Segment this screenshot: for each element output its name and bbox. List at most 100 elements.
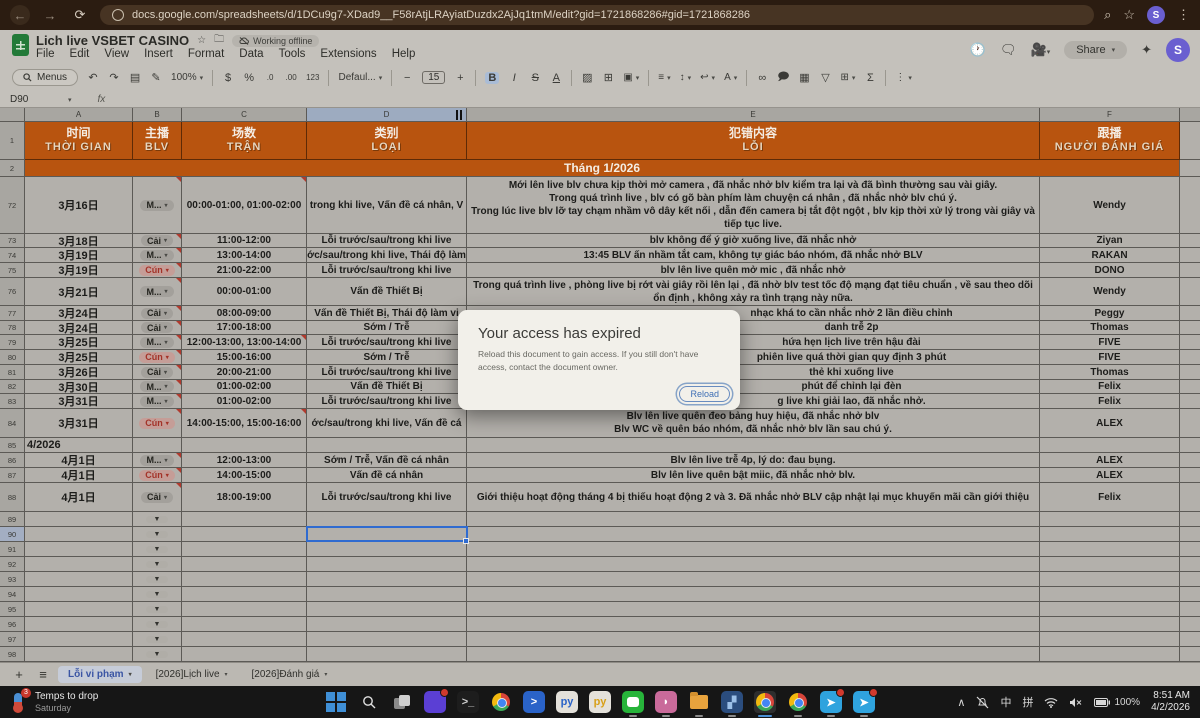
menu-item[interactable]: File xyxy=(36,48,55,60)
doc-title[interactable]: Lich live VSBET CASINO xyxy=(36,33,189,48)
security-app-icon[interactable] xyxy=(424,691,446,713)
account-avatar[interactable]: S xyxy=(1166,38,1190,62)
cell-d86[interactable]: Sớm / Trễ, Vấn đề cá nhân xyxy=(307,453,467,468)
cell-d77[interactable]: Vấn đề Thiết Bị, Thái độ làm vi xyxy=(307,306,467,321)
row-header-93[interactable]: 93 xyxy=(0,572,25,587)
col-header-A[interactable]: A xyxy=(25,108,133,122)
grid-corner[interactable] xyxy=(0,108,25,122)
row-header-87[interactable]: 87 xyxy=(0,468,25,483)
cell-f89[interactable] xyxy=(1040,512,1180,527)
row-header-97[interactable]: 97 xyxy=(0,632,25,647)
gemini-sparkle-icon[interactable]: ✦ xyxy=(1141,42,1152,58)
cell-a90[interactable] xyxy=(25,527,133,542)
cell-b93[interactable]: ▼ xyxy=(133,572,182,587)
cell-a97[interactable] xyxy=(25,632,133,647)
cell-b98[interactable]: ▼ xyxy=(133,647,182,662)
bookmark-star-icon[interactable]: ☆ xyxy=(1123,7,1135,23)
cell-e98[interactable] xyxy=(467,647,1040,662)
cell-c81[interactable]: 20:00-21:00 xyxy=(182,365,307,380)
blv-dropdown-empty[interactable]: ▼ xyxy=(146,636,169,643)
cell-e74[interactable]: 13:45 BLV ấn nhầm tắt cam, không tự giác… xyxy=(467,248,1040,263)
menu-item[interactable]: Data xyxy=(239,48,263,60)
cell-a96[interactable] xyxy=(25,617,133,632)
share-button[interactable]: Share ▾ xyxy=(1064,41,1127,59)
cell-e93[interactable] xyxy=(467,572,1040,587)
paint-format-icon[interactable]: ✎ xyxy=(150,71,162,84)
cell-c74[interactable]: 13:00-14:00 xyxy=(182,248,307,263)
terminal-icon[interactable]: >_ xyxy=(457,691,479,713)
cell-e88[interactable]: Giới thiệu hoạt động tháng 4 bị thiếu ho… xyxy=(467,483,1040,512)
cell-e89[interactable] xyxy=(467,512,1040,527)
cell-d90[interactable] xyxy=(307,527,467,542)
telegram-icon-2[interactable]: ➤ xyxy=(853,691,875,713)
cell-c92[interactable] xyxy=(182,557,307,572)
cell-f97[interactable] xyxy=(1040,632,1180,647)
cell-b81[interactable]: Cải▾ xyxy=(133,365,182,380)
browser-avatar[interactable]: S xyxy=(1147,6,1165,24)
cell-a83[interactable]: 3月31日 xyxy=(25,394,133,409)
cell-c84[interactable]: 14:00-15:00, 15:00-16:00 xyxy=(182,409,307,438)
cell-b75[interactable]: Cún▾ xyxy=(133,263,182,278)
cell-e95[interactable] xyxy=(467,602,1040,617)
blv-dropdown-chip[interactable]: M...▾ xyxy=(140,200,173,211)
cell-f81[interactable]: Thomas xyxy=(1040,365,1180,380)
cell-a79[interactable]: 3月25日 xyxy=(25,335,133,350)
strikethrough-button[interactable]: S xyxy=(529,72,541,84)
cell-c80[interactable]: 15:00-16:00 xyxy=(182,350,307,365)
cell-a73[interactable]: 3月18日 xyxy=(25,234,133,248)
row-header-91[interactable]: 91 xyxy=(0,542,25,557)
tray-chevron-icon[interactable]: ∧ xyxy=(957,696,965,709)
back-icon[interactable]: ← xyxy=(10,5,30,25)
row-header-86[interactable]: 86 xyxy=(0,453,25,468)
reload-button[interactable]: Reload xyxy=(679,386,730,402)
horizontal-align-button[interactable]: ≡▾ xyxy=(658,72,670,83)
cell-d74[interactable]: ớc/sau/trong khi live, Thái độ làm xyxy=(307,248,467,263)
row-header-92[interactable]: 92 xyxy=(0,557,25,572)
cell-d88[interactable]: Lỗi trước/sau/trong khi live xyxy=(307,483,467,512)
col-header-D[interactable]: D xyxy=(307,108,467,122)
sheets-logo-icon[interactable] xyxy=(12,34,29,56)
cell-f75[interactable]: DONO xyxy=(1040,263,1180,278)
text-wrap-button[interactable]: ↩▾ xyxy=(700,72,715,83)
address-bar[interactable]: docs.google.com/spreadsheets/d/1DCu9g7-X… xyxy=(100,5,1094,25)
blv-dropdown-chip[interactable]: M...▾ xyxy=(140,337,173,348)
font-size-input[interactable]: 15 xyxy=(422,71,445,84)
fill-color-icon[interactable]: ▨ xyxy=(581,71,593,84)
cell-a91[interactable] xyxy=(25,542,133,557)
cell-b88[interactable]: Cải▾ xyxy=(133,483,182,512)
row-header-89[interactable]: 89 xyxy=(0,512,25,527)
bold-button[interactable]: B xyxy=(485,72,499,84)
menu-item[interactable]: Help xyxy=(392,48,416,60)
row-header-80[interactable]: 80 xyxy=(0,350,25,365)
cell-b82[interactable]: M...▾ xyxy=(133,380,182,394)
cell-d91[interactable] xyxy=(307,542,467,557)
redo-icon[interactable]: ↷ xyxy=(108,71,120,84)
cell-a77[interactable]: 3月24日 xyxy=(25,306,133,321)
col-header-E[interactable]: E xyxy=(467,108,1040,122)
blv-dropdown-empty[interactable]: ▼ xyxy=(146,561,169,568)
script-file-icon-2[interactable]: py xyxy=(589,691,611,713)
wifi-icon[interactable] xyxy=(1044,697,1058,708)
cell-e96[interactable] xyxy=(467,617,1040,632)
insert-link-icon[interactable]: ∞ xyxy=(756,72,768,84)
cell-d79[interactable]: Lỗi trước/sau/trong khi live xyxy=(307,335,467,350)
cell-c83[interactable]: 01:00-02:00 xyxy=(182,394,307,409)
powershell-icon[interactable]: > xyxy=(523,691,545,713)
borders-icon[interactable]: ⊞ xyxy=(602,71,614,84)
cell-f72[interactable]: Wendy xyxy=(1040,177,1180,234)
cell-e87[interactable]: Blv lên live quên bật miic, đã nhắc nhở … xyxy=(467,468,1040,483)
browser-menu-icon[interactable]: ⋮ xyxy=(1177,7,1190,23)
cell-c79[interactable]: 12:00-13:00, 13:00-14:00 xyxy=(182,335,307,350)
row-header-74[interactable]: 74 xyxy=(0,248,25,263)
cell-c72[interactable]: 00:00-01:00, 01:00-02:00 xyxy=(182,177,307,234)
row-header-88[interactable]: 88 xyxy=(0,483,25,512)
cell-a95[interactable] xyxy=(25,602,133,617)
blv-dropdown-chip[interactable]: M...▾ xyxy=(140,250,173,261)
cell-a87[interactable]: 4月1日 xyxy=(25,468,133,483)
filter-views-button[interactable]: ⊞▾ xyxy=(840,72,855,83)
cell-e86[interactable]: Blv lên live trễ 4p, lý do: đau bụng. xyxy=(467,453,1040,468)
cell-b72[interactable]: M...▾ xyxy=(133,177,182,234)
cell-e92[interactable] xyxy=(467,557,1040,572)
col-header-F[interactable]: F xyxy=(1040,108,1180,122)
blv-dropdown-chip[interactable]: Cải▾ xyxy=(141,235,173,246)
